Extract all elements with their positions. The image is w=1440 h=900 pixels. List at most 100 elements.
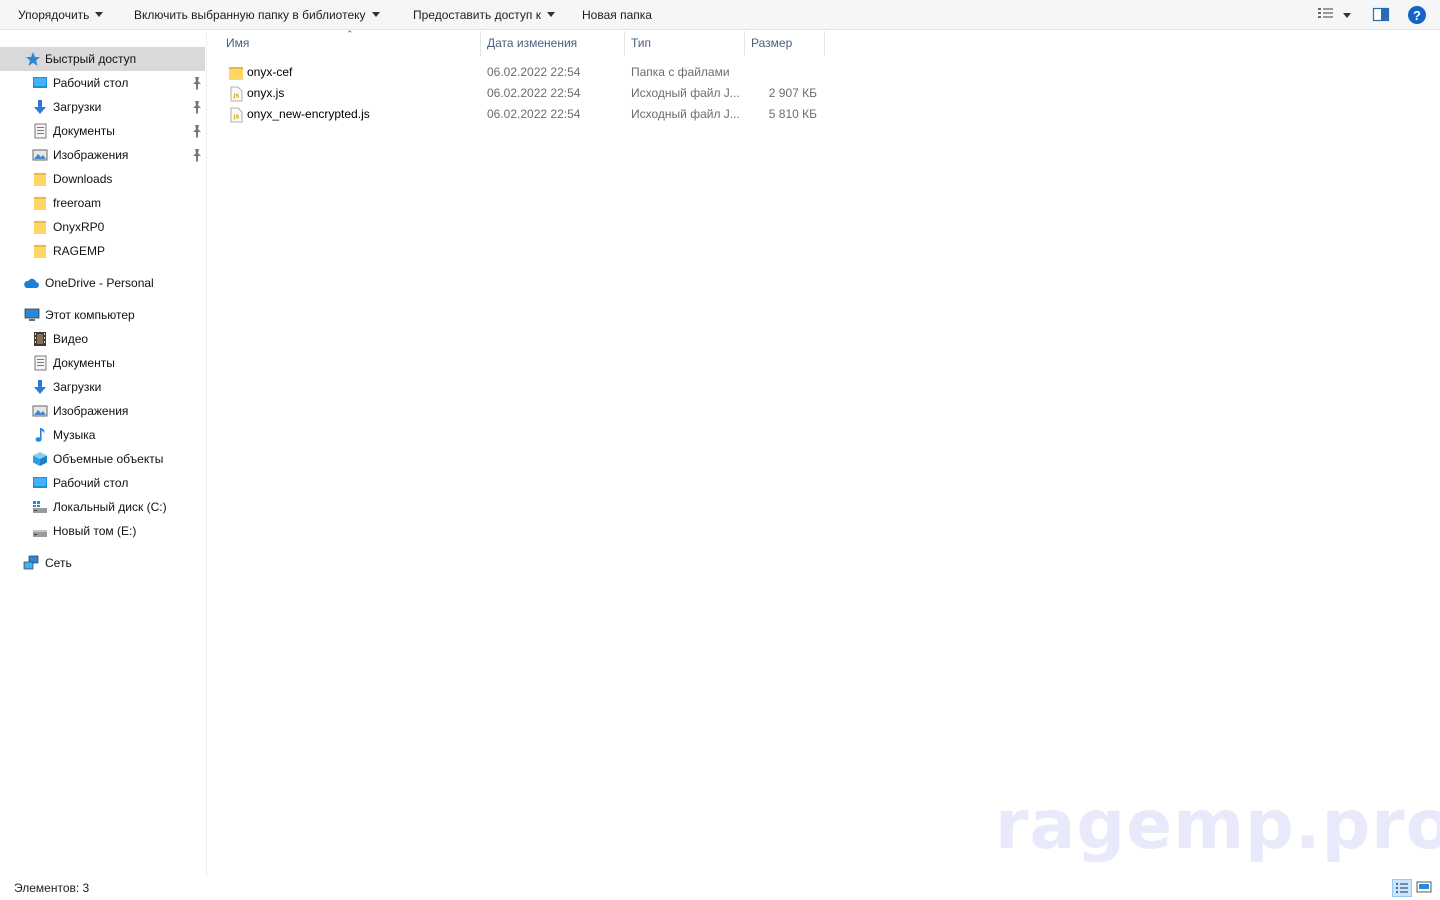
js-file-icon: JS	[230, 86, 243, 102]
nav-onedrive[interactable]: OneDrive - Personal	[0, 271, 205, 295]
file-date: 06.02.2022 22:54	[487, 65, 581, 79]
help-icon: ?	[1408, 6, 1426, 24]
organize-label: Упорядочить	[18, 8, 90, 22]
nav-item-label: Рабочий стол	[53, 476, 129, 490]
nav-pc-desktop[interactable]: Рабочий стол	[0, 471, 205, 495]
include-library-label: Включить выбранную папку в библиотеку	[134, 8, 366, 22]
large-icons-view-button[interactable]	[1415, 879, 1435, 897]
nav-quick-folder-onyxrp0[interactable]: OnyxRP0	[0, 215, 205, 239]
navigation-pane: Быстрый доступ Рабочий стол Загрузки Док…	[0, 31, 207, 877]
sort-ascending-icon: ⌃	[346, 29, 354, 39]
3d-objects-icon	[33, 452, 47, 466]
nav-quick-desktop[interactable]: Рабочий стол	[0, 71, 205, 95]
folder-icon	[34, 197, 46, 210]
drive-icon	[33, 530, 47, 537]
nav-item-label: Загрузки	[53, 380, 102, 394]
new-folder-button[interactable]: Новая папка	[582, 0, 652, 30]
column-size[interactable]: Размер	[745, 31, 825, 56]
nav-pc-pictures[interactable]: Изображения	[0, 399, 205, 423]
share-with-button[interactable]: Предоставить доступ к	[413, 0, 555, 30]
video-icon	[34, 332, 46, 346]
download-arrow-icon	[34, 380, 46, 394]
nav-item-label: Рабочий стол	[53, 76, 129, 90]
computer-icon	[24, 308, 40, 321]
preview-pane-button[interactable]	[1372, 6, 1390, 24]
js-file-icon: JS	[230, 107, 243, 123]
item-count: Элементов: 3	[14, 881, 90, 895]
documents-icon	[34, 355, 47, 371]
nav-item-label: OnyxRP0	[53, 220, 105, 234]
file-size: 2 907 КБ	[768, 86, 817, 100]
file-name: onyx.js	[247, 86, 285, 100]
nav-this-pc[interactable]: Этот компьютер	[0, 303, 205, 327]
details-view-icon	[1396, 883, 1408, 893]
help-button[interactable]: ?	[1407, 5, 1427, 25]
chevron-down-icon	[546, 12, 555, 18]
file-type: Папка с файлами	[631, 65, 730, 79]
pictures-icon	[32, 405, 48, 417]
file-date: 06.02.2022 22:54	[487, 86, 581, 100]
new-folder-label: Новая папка	[582, 8, 652, 22]
nav-quick-folder-ragemp[interactable]: RAGEMP	[0, 239, 205, 263]
nav-quick-pictures[interactable]: Изображения	[0, 143, 205, 167]
documents-icon	[34, 123, 47, 139]
details-view-button[interactable]	[1392, 879, 1412, 897]
file-type: Исходный файл J...	[631, 107, 740, 121]
file-row[interactable]: onyx-cef 06.02.2022 22:54 Папка с файлам…	[220, 62, 830, 83]
nav-item-label: Объемные объекты	[53, 452, 164, 466]
svg-text:?: ?	[1413, 8, 1421, 23]
preview-pane-icon	[1372, 7, 1390, 22]
nav-network-label: Сеть	[45, 556, 72, 570]
nav-quick-access-label: Быстрый доступ	[45, 52, 137, 66]
nav-item-label: Downloads	[53, 172, 113, 186]
nav-quick-folder-freeroam[interactable]: freeroam	[0, 191, 205, 215]
nav-pc-3d-objects[interactable]: Объемные объекты	[0, 447, 205, 471]
command-bar: Упорядочить Включить выбранную папку в б…	[0, 0, 1440, 30]
folder-icon	[34, 173, 46, 186]
desktop-icon	[33, 77, 47, 88]
file-name: onyx_new-encrypted.js	[247, 107, 370, 121]
pin-icon	[193, 101, 201, 114]
file-row[interactable]: JS onyx_new-encrypted.js 06.02.2022 22:5…	[220, 104, 830, 125]
svg-text:JS: JS	[233, 94, 240, 100]
nav-pc-video[interactable]: Видео	[0, 327, 205, 351]
system-drive-icon	[33, 501, 47, 513]
nav-item-label: Локальный диск (C:)	[53, 500, 167, 514]
nav-item-label: Документы	[53, 124, 115, 138]
column-name-label: Имя	[226, 36, 250, 50]
nav-item-label: Документы	[53, 356, 115, 370]
desktop-icon	[33, 477, 47, 488]
nav-quick-access[interactable]: Быстрый доступ	[0, 47, 205, 71]
nav-quick-documents[interactable]: Документы	[0, 119, 205, 143]
pin-icon	[193, 125, 201, 138]
nav-item-label: Музыка	[53, 428, 96, 442]
chevron-down-icon	[95, 12, 104, 18]
nav-pc-documents[interactable]: Документы	[0, 351, 205, 375]
nav-item-label: RAGEMP	[53, 244, 106, 258]
file-row[interactable]: JS onyx.js 06.02.2022 22:54 Исходный фай…	[220, 83, 830, 104]
folder-icon	[34, 221, 46, 234]
organize-button[interactable]: Упорядочить	[18, 0, 104, 30]
nav-onedrive-label: OneDrive - Personal	[45, 276, 154, 290]
view-options-icon	[1318, 8, 1351, 18]
column-type-label: Тип	[631, 36, 652, 50]
nav-pc-drive-c[interactable]: Локальный диск (C:)	[0, 495, 205, 519]
cloud-icon	[24, 278, 39, 288]
download-arrow-icon	[34, 100, 46, 114]
chevron-down-icon	[371, 12, 380, 18]
include-in-library-button[interactable]: Включить выбранную папку в библиотеку	[134, 0, 380, 30]
change-view-button[interactable]	[1317, 6, 1357, 24]
column-date[interactable]: Дата изменения	[481, 31, 625, 56]
nav-quick-downloads[interactable]: Загрузки	[0, 95, 205, 119]
nav-item-label: Изображения	[53, 148, 129, 162]
nav-item-label: freeroam	[53, 196, 102, 210]
column-type[interactable]: Тип	[625, 31, 745, 56]
nav-pc-downloads[interactable]: Загрузки	[0, 375, 205, 399]
pin-icon	[193, 77, 201, 90]
svg-text:JS: JS	[233, 115, 240, 121]
nav-network[interactable]: Сеть	[0, 551, 205, 575]
music-icon	[35, 428, 45, 442]
nav-quick-folder-downloads[interactable]: Downloads	[0, 167, 205, 191]
nav-pc-music[interactable]: Музыка	[0, 423, 205, 447]
nav-pc-drive-e[interactable]: Новый том (E:)	[0, 519, 205, 543]
